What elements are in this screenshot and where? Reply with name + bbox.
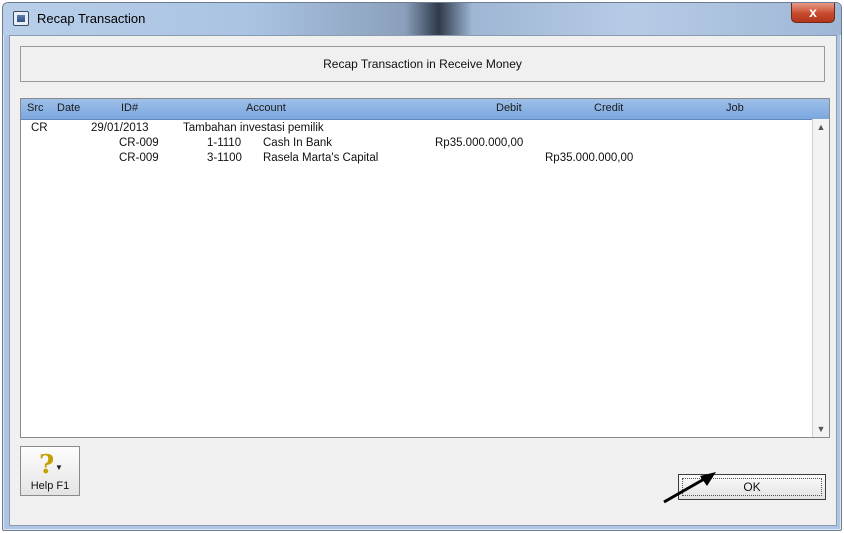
table-row[interactable]: CR-009 3-1100 Rasela Marta's Capital Rp3… <box>21 152 813 166</box>
title-bar[interactable]: Recap Transaction x <box>3 3 841 35</box>
cell-id: CR-009 <box>119 137 159 149</box>
col-header-account[interactable]: Account <box>246 102 286 114</box>
dialog-body: Recap Transaction in Receive Money Src D… <box>9 35 837 526</box>
scroll-up-icon[interactable]: ▲ <box>813 119 829 135</box>
table-header: Src Date ID# Account Debit Credit Job <box>21 99 829 120</box>
col-header-date[interactable]: Date <box>57 102 80 114</box>
cell-date: 29/01/2013 <box>91 122 149 134</box>
cell-account-name: Tambahan investasi pemilik <box>183 122 324 134</box>
col-header-debit[interactable]: Debit <box>496 102 522 114</box>
cell-src: CR <box>31 122 48 134</box>
table-row[interactable]: CR-009 1-1110 Cash In Bank Rp35.000.000,… <box>21 137 813 151</box>
help-button[interactable]: ? ▼ Help F1 <box>20 446 80 496</box>
window-title: Recap Transaction <box>37 11 146 26</box>
cell-account-name: Cash In Bank <box>263 137 333 149</box>
help-button-label: Help F1 <box>30 480 70 492</box>
col-header-credit[interactable]: Credit <box>594 102 623 114</box>
recap-table: Src Date ID# Account Debit Credit Job CR… <box>20 98 830 438</box>
recap-transaction-window: Recap Transaction x Recap Transaction in… <box>2 2 842 531</box>
col-header-id[interactable]: ID# <box>121 102 138 114</box>
scroll-down-icon[interactable]: ▼ <box>813 421 829 437</box>
cell-account-name: Rasela Marta's Capital <box>263 152 379 164</box>
cell-debit: Rp35.000.000,00 <box>435 137 524 149</box>
cell-account-no: 1-1110 <box>207 137 242 149</box>
app-window-icon <box>13 11 29 26</box>
col-header-job[interactable]: Job <box>726 102 744 114</box>
cell-credit: Rp35.000.000,00 <box>545 152 634 164</box>
dropdown-caret-icon: ▼ <box>55 463 63 472</box>
cell-id: CR-009 <box>119 152 159 164</box>
col-header-src[interactable]: Src <box>27 102 44 114</box>
recap-heading: Recap Transaction in Receive Money <box>20 46 825 82</box>
close-button[interactable]: x <box>791 3 835 23</box>
vertical-scrollbar[interactable]: ▲ ▼ <box>812 119 829 437</box>
cell-account-no: 3-1100 <box>207 152 242 164</box>
help-question-icon: ? <box>39 450 55 480</box>
pointer-arrow-icon <box>663 472 716 504</box>
table-row[interactable]: CR 29/01/2013 Tambahan investasi pemilik <box>21 122 813 136</box>
